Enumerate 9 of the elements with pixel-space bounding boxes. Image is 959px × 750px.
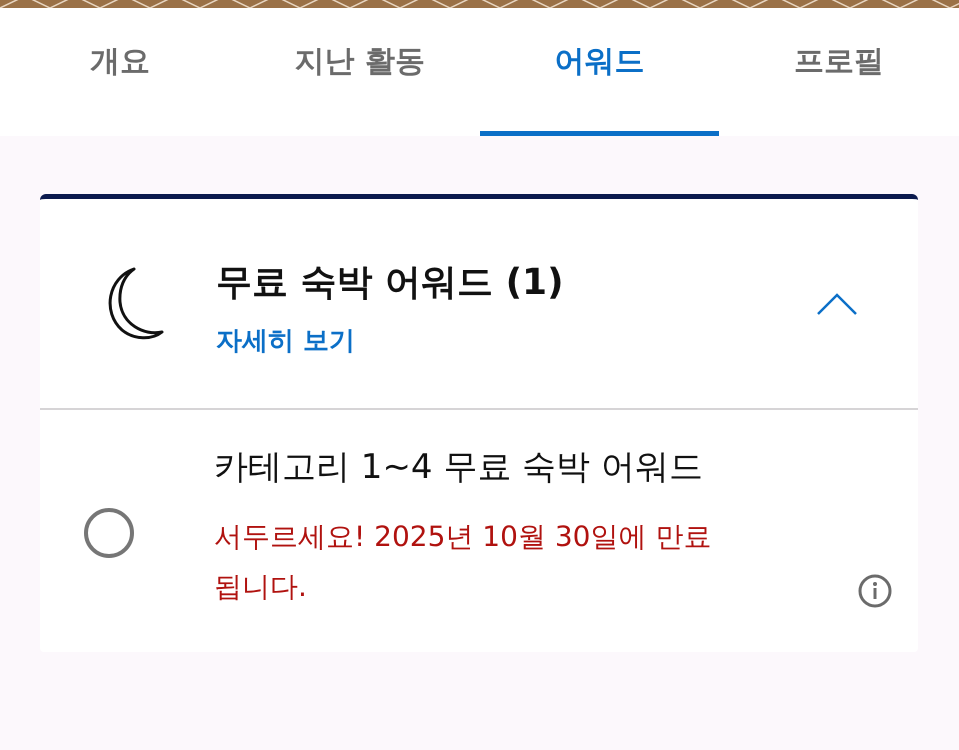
award-title: 카테고리 1~4 무료 숙박 어워드 xyxy=(214,446,704,489)
radio-button[interactable] xyxy=(84,508,134,558)
info-button[interactable] xyxy=(858,574,892,608)
section-title: 무료 숙박 어워드 (1) xyxy=(216,260,565,304)
info-icon xyxy=(858,574,892,608)
chevron-icon xyxy=(816,292,858,316)
expiry-notice: 서두르세요! 2025년 10월 30일에 만료됩니다. xyxy=(214,519,712,605)
details-link[interactable]: 자세히 보기 xyxy=(216,322,356,358)
collapse-button[interactable] xyxy=(816,292,858,316)
